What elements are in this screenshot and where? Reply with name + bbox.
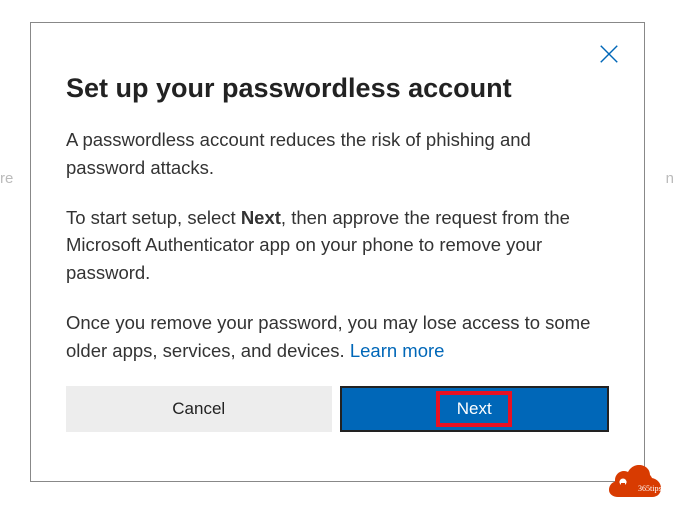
- background-text-right: n: [666, 170, 674, 187]
- watermark-badge: 365tips: [608, 461, 662, 497]
- close-icon: [598, 43, 620, 65]
- paragraph-intro: A passwordless account reduces the risk …: [66, 126, 609, 182]
- button-row: Cancel Next: [66, 386, 609, 432]
- next-button[interactable]: Next: [340, 386, 610, 432]
- dialog-body: A passwordless account reduces the risk …: [66, 126, 609, 364]
- learn-more-link[interactable]: Learn more: [350, 340, 445, 361]
- paragraph-instructions: To start setup, select Next, then approv…: [66, 204, 609, 287]
- next-button-label: Next: [457, 399, 492, 419]
- background-text-left: re: [0, 170, 13, 187]
- passwordless-setup-dialog: Set up your passwordless account A passw…: [30, 22, 645, 482]
- next-bold-text: Next: [241, 207, 281, 228]
- cloud-icon: 365tips: [608, 461, 662, 497]
- dialog-title: Set up your passwordless account: [66, 73, 609, 104]
- svg-text:365tips: 365tips: [638, 484, 662, 493]
- paragraph-warning: Once you remove your password, you may l…: [66, 309, 609, 365]
- text-segment: To start setup, select: [66, 207, 241, 228]
- cancel-button[interactable]: Cancel: [66, 386, 332, 432]
- text-segment: Once you remove your password, you may l…: [66, 312, 590, 361]
- close-button[interactable]: [598, 43, 620, 70]
